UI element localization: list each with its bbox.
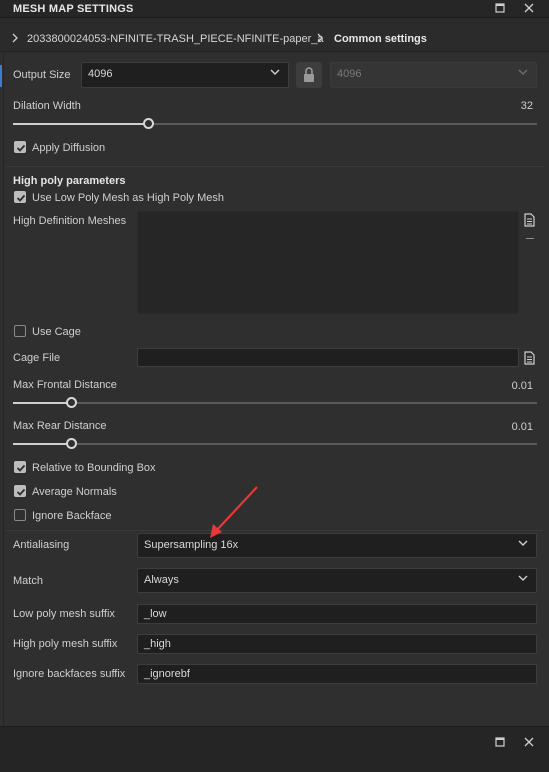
checkmark-icon: [16, 488, 26, 496]
ignorebf-suffix-value: _ignorebf: [144, 668, 190, 680]
secondary-panel: [0, 726, 549, 772]
relative-bbox-label: Relative to Bounding Box: [32, 462, 156, 474]
ignorebf-suffix-label: Ignore backfaces suffix: [13, 668, 126, 680]
close-icon[interactable]: [521, 735, 537, 751]
use-low-poly-label: Use Low Poly Mesh as High Poly Mesh: [32, 192, 224, 204]
output-size-label: Output Size: [13, 69, 71, 81]
dilation-width-slider-fill: [13, 123, 149, 125]
use-cage-label: Use Cage: [32, 326, 81, 338]
low-suffix-value: _low: [144, 608, 167, 620]
breadcrumb-item-mesh[interactable]: 2033800024053-NFINITE-TRASH_PIECE-NFINIT…: [27, 33, 324, 45]
cage-file-label: Cage File: [13, 352, 61, 364]
file-icon[interactable]: [524, 351, 535, 368]
apply-diffusion-checkbox[interactable]: [14, 141, 26, 153]
dilation-width-label: Dilation Width: [13, 100, 81, 112]
ignore-backface-checkbox[interactable]: [14, 509, 26, 521]
lock-icon: [304, 67, 314, 82]
chevron-right-icon: [11, 32, 19, 47]
hd-meshes-list[interactable]: [137, 211, 519, 314]
side-separator: [3, 53, 4, 726]
remove-mesh-icon[interactable]: [526, 238, 534, 239]
file-icon[interactable]: [524, 213, 535, 230]
left-accent-marker: [0, 65, 2, 87]
match-select[interactable]: Always: [137, 568, 537, 593]
chevron-down-icon: [518, 69, 528, 75]
use-low-poly-checkbox[interactable]: [14, 191, 26, 203]
antialiasing-select[interactable]: Supersampling 16x: [137, 533, 537, 558]
apply-diffusion-label: Apply Diffusion: [32, 142, 106, 154]
average-normals-checkbox[interactable]: [14, 485, 26, 497]
relative-bbox-checkbox[interactable]: [14, 461, 26, 473]
cage-file-input[interactable]: [137, 348, 519, 367]
match-label: Match: [13, 575, 43, 587]
hd-meshes-label: High Definition Meshes: [13, 215, 127, 227]
max-frontal-slider-fill: [13, 402, 72, 404]
ignore-backface-label: Ignore Backface: [32, 510, 112, 522]
section-divider: [6, 530, 543, 531]
output-size-value: 4096: [88, 68, 113, 80]
maximize-icon[interactable]: [492, 735, 508, 751]
low-suffix-input[interactable]: _low: [137, 604, 537, 624]
checkmark-icon: [16, 464, 26, 472]
high-suffix-value: _high: [144, 638, 171, 650]
max-rear-slider-track[interactable]: [13, 443, 537, 445]
panel-titlebar: MESH MAP SETTINGS: [0, 0, 549, 18]
max-frontal-slider-thumb[interactable]: [66, 397, 77, 408]
breadcrumb-item-common-settings[interactable]: Common settings: [334, 33, 427, 45]
max-rear-slider-fill: [13, 443, 72, 445]
output-size-select[interactable]: 4096: [81, 62, 289, 88]
chevron-down-icon: [518, 575, 528, 581]
max-rear-value: 0.01: [511, 421, 533, 433]
breadcrumb: 2033800024053-NFINITE-TRASH_PIECE-NFINIT…: [0, 28, 549, 52]
output-size-height-select: 4096: [330, 62, 537, 88]
chevron-down-icon: [270, 69, 280, 75]
max-rear-slider-thumb[interactable]: [66, 438, 77, 449]
output-size-height-value: 4096: [337, 68, 362, 80]
dilation-width-slider-thumb[interactable]: [143, 118, 154, 129]
chevron-right-icon: [316, 32, 324, 47]
checkmark-icon: [16, 144, 26, 152]
antialiasing-label: Antialiasing: [13, 539, 70, 551]
max-rear-label: Max Rear Distance: [13, 420, 107, 432]
chevron-down-icon: [518, 540, 528, 546]
average-normals-label: Average Normals: [32, 486, 117, 498]
lock-aspect-button[interactable]: [296, 62, 322, 88]
ignorebf-suffix-input[interactable]: _ignorebf: [137, 664, 537, 684]
high-poly-section-title: High poly parameters: [13, 175, 126, 187]
high-suffix-input[interactable]: _high: [137, 634, 537, 654]
max-frontal-label: Max Frontal Distance: [13, 379, 117, 391]
panel-title: MESH MAP SETTINGS: [13, 3, 134, 15]
dilation-width-value: 32: [520, 100, 533, 112]
maximize-icon[interactable]: [492, 1, 508, 17]
annotation-arrow: [210, 486, 258, 538]
max-frontal-slider-track[interactable]: [13, 402, 537, 404]
max-frontal-value: 0.01: [511, 380, 533, 392]
high-suffix-label: High poly mesh suffix: [13, 638, 118, 650]
section-divider: [6, 166, 543, 167]
use-cage-checkbox[interactable]: [14, 325, 26, 337]
match-value: Always: [144, 574, 179, 586]
close-icon[interactable]: [521, 1, 537, 17]
low-suffix-label: Low poly mesh suffix: [13, 608, 115, 620]
checkmark-icon: [16, 194, 26, 202]
